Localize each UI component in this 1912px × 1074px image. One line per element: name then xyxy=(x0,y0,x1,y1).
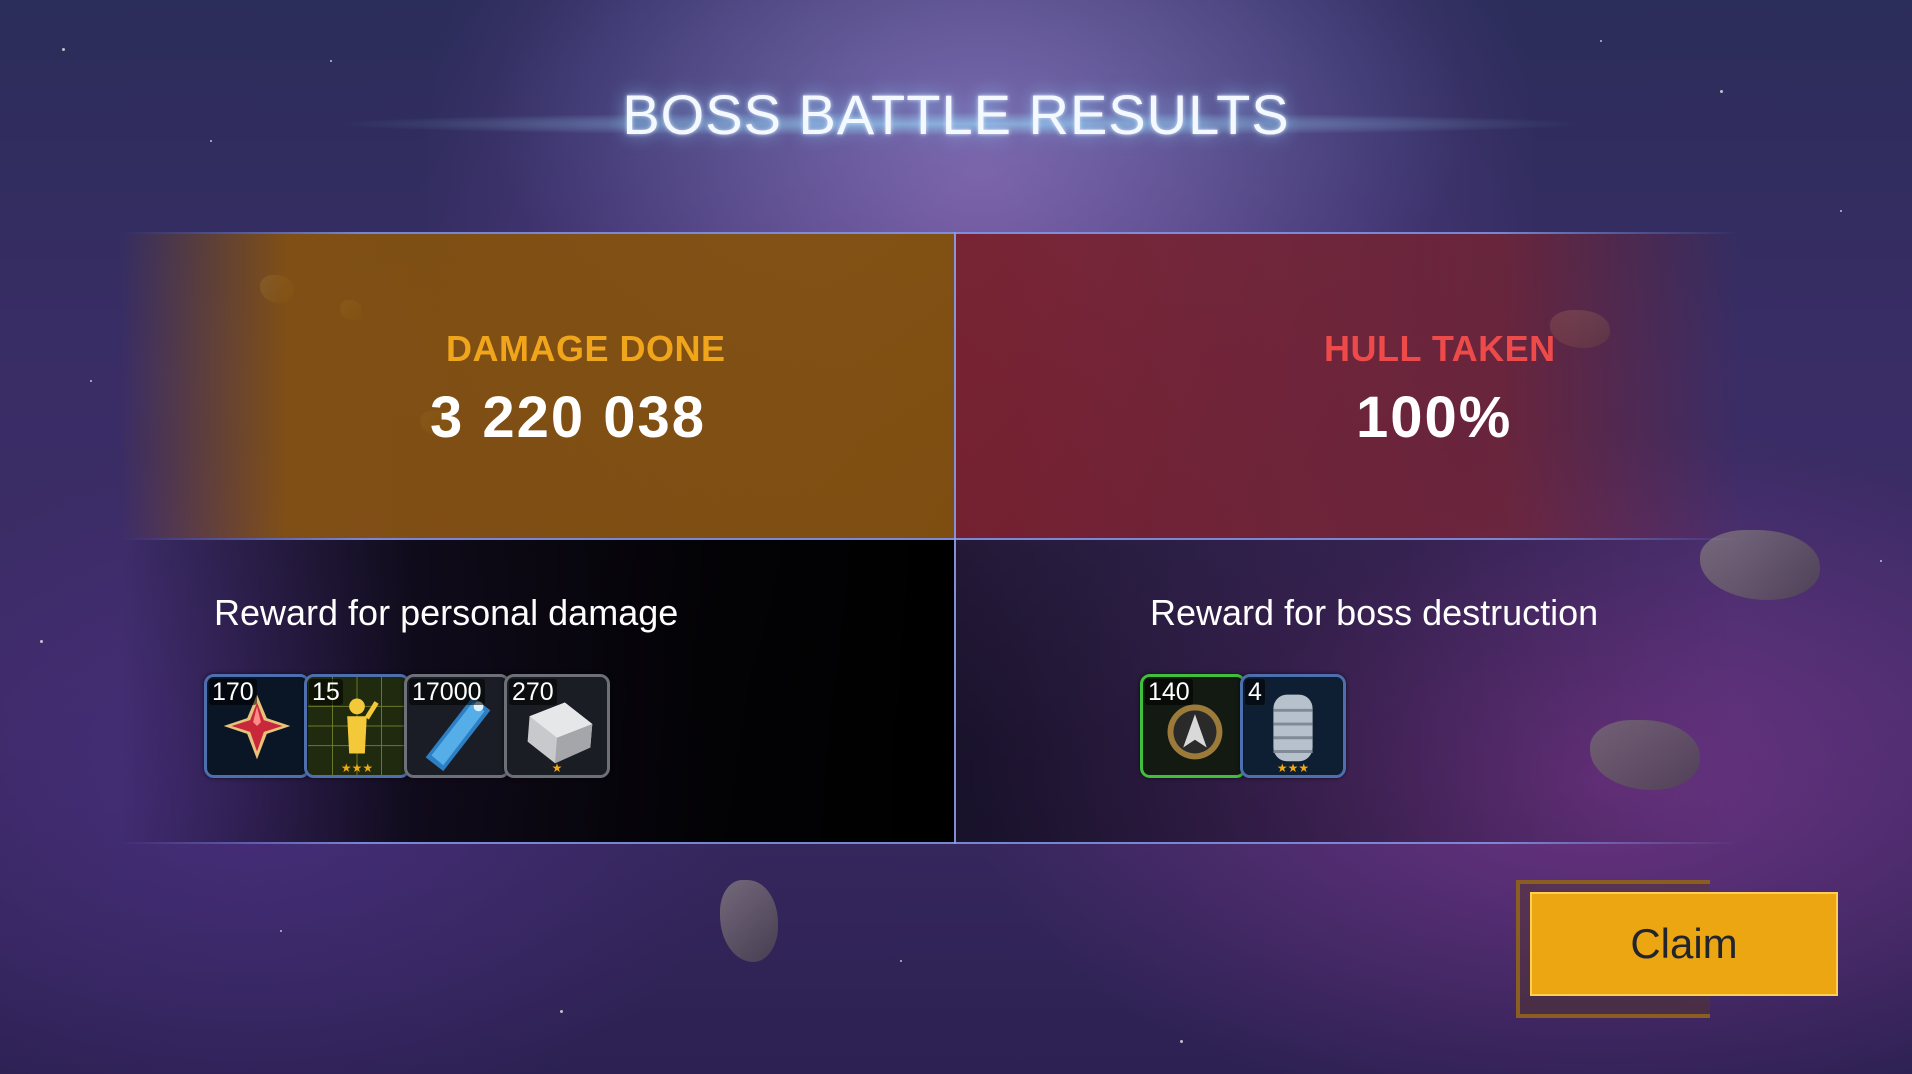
rarity-stars: ★ xyxy=(551,761,563,775)
hull-taken-label: HULL TAKEN xyxy=(1324,328,1556,369)
reward-item-blueprint[interactable]: 17000 xyxy=(404,674,510,778)
destruction-reward-title: Reward for boss destruction xyxy=(1150,592,1599,633)
hull-taken-box: HULL TAKEN 100% xyxy=(956,234,1740,538)
rarity-stars: ★★★ xyxy=(340,761,374,775)
divider-middle xyxy=(120,538,1740,540)
reward-item-metal-cylinder[interactable]: 4 ★★★ xyxy=(1240,674,1346,778)
hull-taken-value: 100% xyxy=(1356,385,1513,450)
item-count: 15 xyxy=(309,679,343,705)
personal-reward-title: Reward for personal damage xyxy=(214,592,679,633)
item-count: 17000 xyxy=(409,679,485,705)
page-title: BOSS BATTLE RESULTS xyxy=(622,83,1290,146)
reward-item-gold-officer[interactable]: 15 ★★★ xyxy=(304,674,410,778)
item-count: 140 xyxy=(1145,679,1193,705)
item-count: 270 xyxy=(509,679,557,705)
reward-item-starfleet-badge[interactable]: 140 xyxy=(1140,674,1246,778)
item-count: 4 xyxy=(1245,679,1265,705)
reward-item-red-star[interactable]: 170 xyxy=(204,674,310,778)
divider-top xyxy=(120,232,1740,234)
personal-reward-section: Reward for personal damage 170 15 ★★★ 17… xyxy=(120,540,954,842)
divider-vertical xyxy=(954,232,956,844)
claim-button[interactable]: Claim xyxy=(1530,892,1838,996)
reward-item-silver-block[interactable]: 270 ★ xyxy=(504,674,610,778)
rarity-stars: ★★★ xyxy=(1276,761,1310,775)
results-panel: DAMAGE DONE 3 220 038 HULL TAKEN 100% Re… xyxy=(120,232,1740,844)
damage-done-box: DAMAGE DONE 3 220 038 xyxy=(120,234,954,538)
damage-done-label: DAMAGE DONE xyxy=(446,328,726,369)
destruction-reward-section: Reward for boss destruction 140 4 ★★★ xyxy=(956,540,1740,842)
divider-bottom xyxy=(120,842,1740,844)
damage-done-value: 3 220 038 xyxy=(430,385,707,450)
item-count: 170 xyxy=(209,679,257,705)
